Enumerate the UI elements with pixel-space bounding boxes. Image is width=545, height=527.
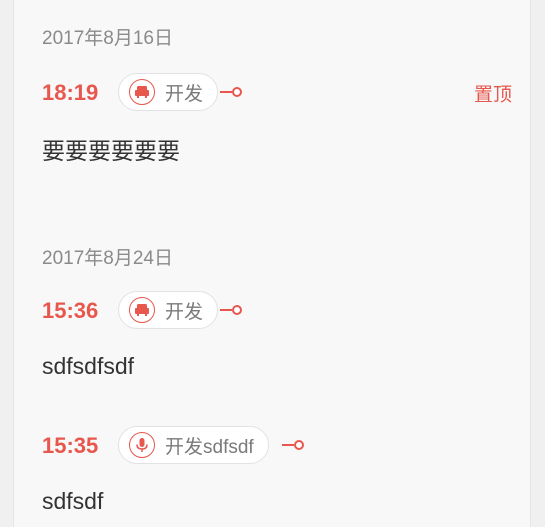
pin-button[interactable]: 置顶 xyxy=(474,80,512,107)
entry-time: 15:35 xyxy=(42,433,99,458)
entry-header: 18:19 开发 置顶 xyxy=(42,73,512,113)
date-header: 2017年8月24日 xyxy=(42,248,173,269)
sofa-icon xyxy=(129,79,155,105)
tag-connector xyxy=(220,309,232,311)
entry-content: sdfsdfsdf xyxy=(42,353,135,379)
entry-header: 15:36 开发 xyxy=(42,291,512,331)
tag-label: 开发 xyxy=(165,301,204,323)
category-tag[interactable]: 开发sdfsdf xyxy=(118,426,269,464)
tag-connector xyxy=(282,444,294,446)
date-header: 2017年8月16日 xyxy=(42,28,173,49)
entry-time: 15:36 xyxy=(42,298,99,323)
tag-dot xyxy=(294,440,304,450)
entry-content: sdfsdf xyxy=(42,488,104,514)
tag-connector xyxy=(220,91,232,93)
category-tag[interactable]: 开发 xyxy=(118,73,219,111)
tag-dot xyxy=(232,87,242,97)
entry-content: 要要要要要要 xyxy=(42,138,180,164)
tag-label: 开发 xyxy=(165,83,204,105)
timeline-panel: 2017年8月16日 18:19 开发 置顶 要要要要要要 2017年8月24日… xyxy=(13,0,531,527)
microphone-icon xyxy=(129,432,155,458)
sofa-icon xyxy=(129,297,155,323)
entry-time: 18:19 xyxy=(42,80,99,105)
tag-label: 开发sdfsdf xyxy=(165,436,254,458)
category-tag[interactable]: 开发 xyxy=(118,291,219,329)
tag-dot xyxy=(232,305,242,315)
entry-header: 15:35 开发sdfsdf xyxy=(42,426,512,466)
